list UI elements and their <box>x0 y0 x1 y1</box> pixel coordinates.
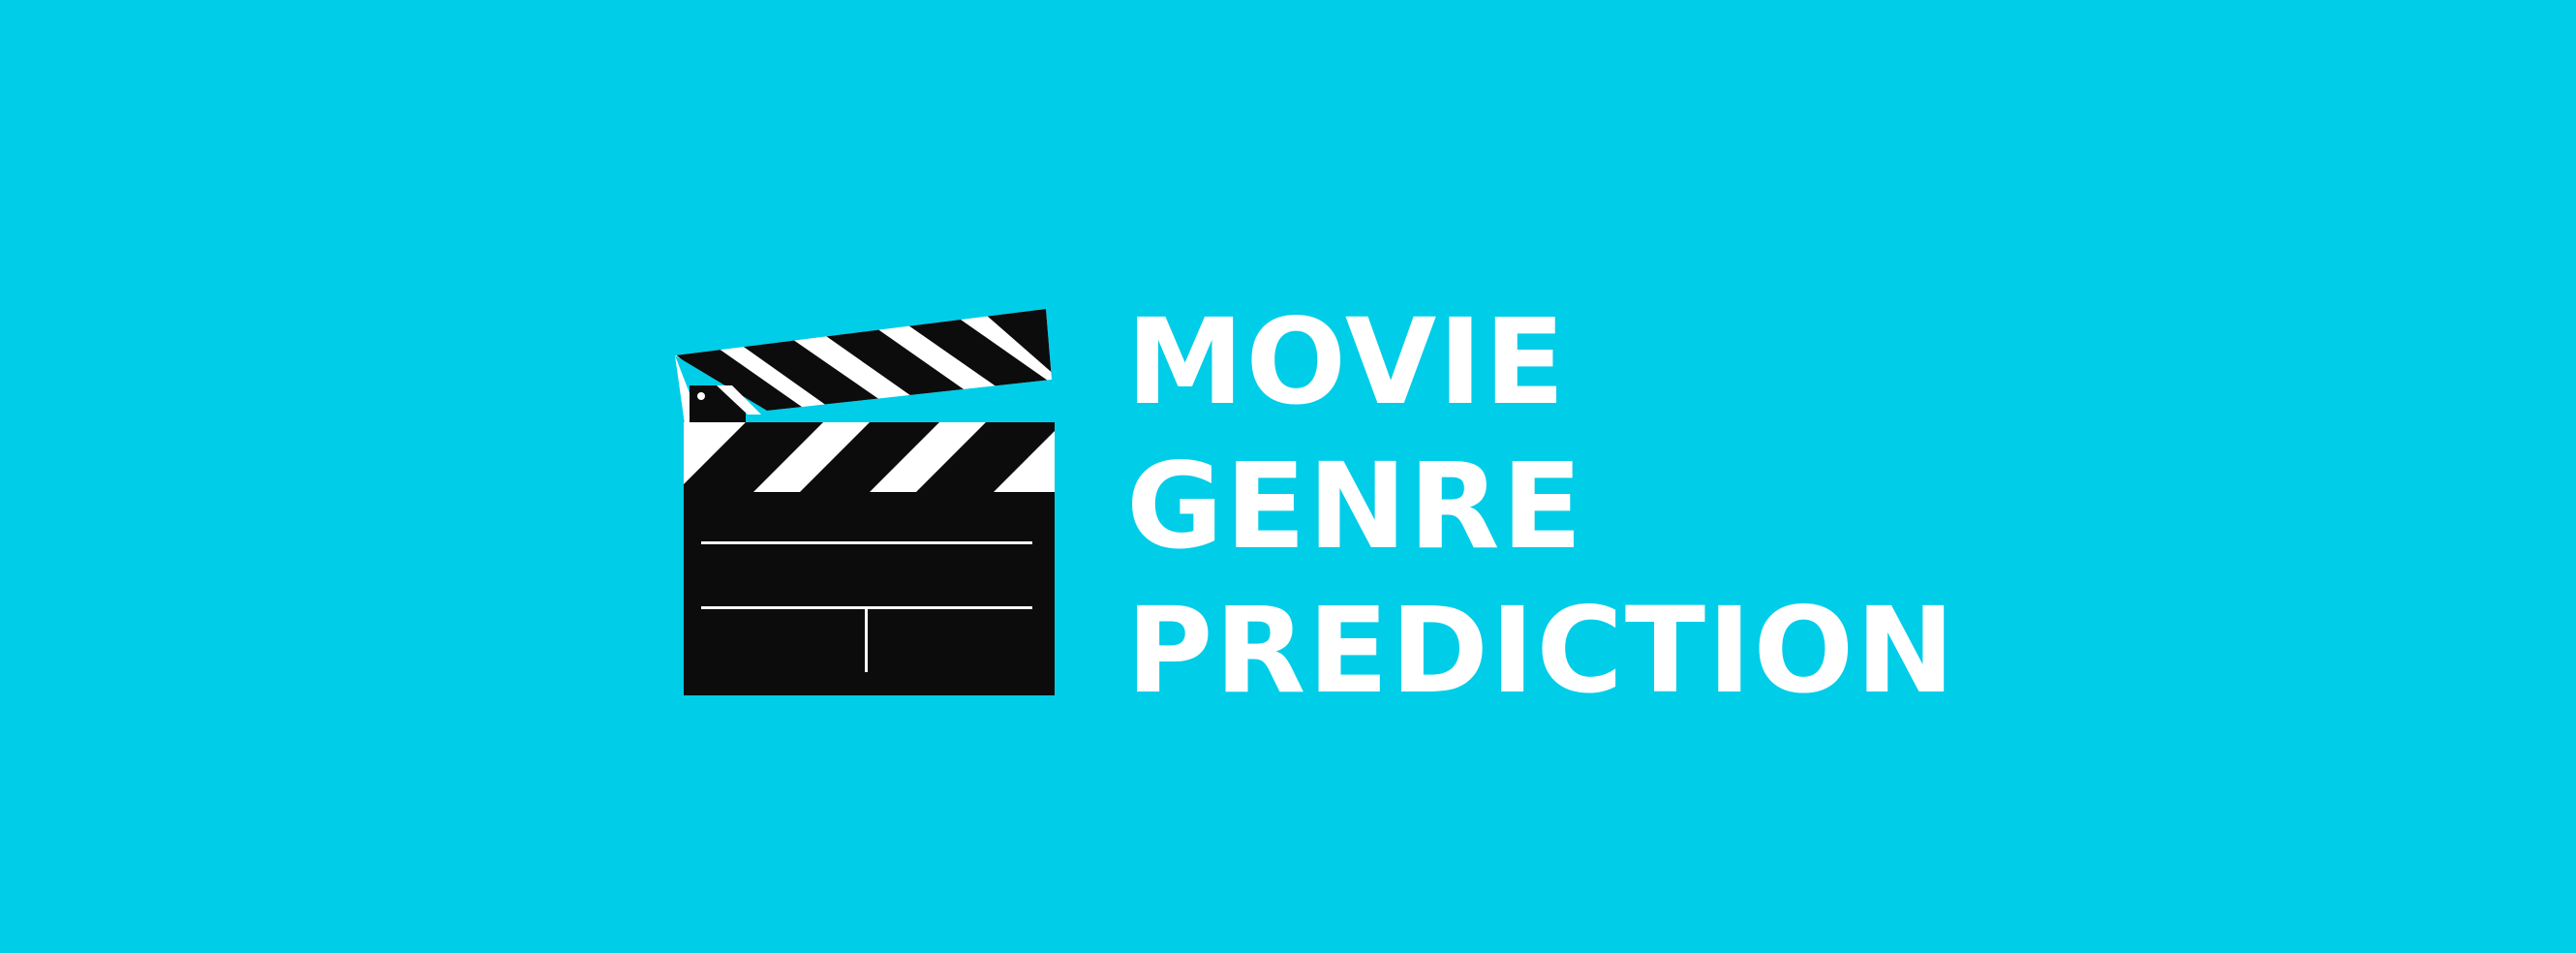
title-line-prediction: PREDICTION <box>1126 582 1957 720</box>
title-line-movie: MOVIE <box>1126 293 1567 431</box>
title-line-genre: GENRE <box>1126 438 1584 575</box>
banner: MOVIE GENRE PREDICTION <box>0 0 2576 953</box>
title-block: MOVIE GENRE PREDICTION <box>1126 291 1998 723</box>
clapperboard-icon <box>675 309 1055 695</box>
